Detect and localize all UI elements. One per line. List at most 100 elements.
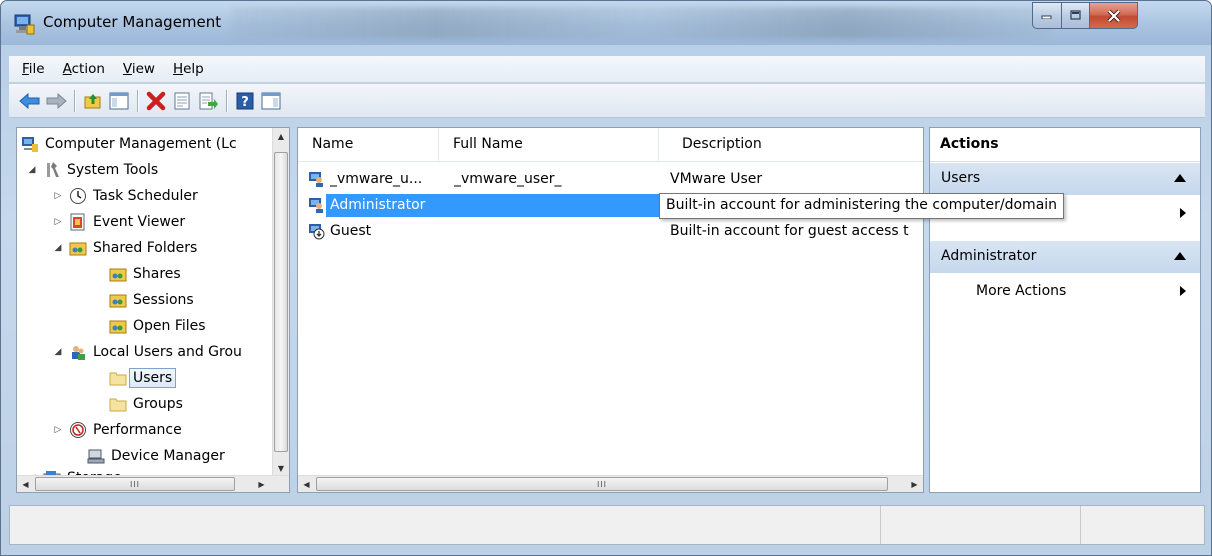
shared-folder-icon <box>109 294 127 308</box>
svg-text:?: ? <box>241 95 249 110</box>
tree-vertical-scrollbar[interactable]: ▲ ▼ <box>272 128 289 477</box>
scroll-thumb[interactable]: III <box>316 477 888 491</box>
scroll-right-arrow-icon[interactable]: ▶ <box>906 476 923 492</box>
maximize-button[interactable] <box>1061 2 1089 29</box>
tree-item-local-users-and-groups[interactable]: ◢ Local Users and Grou <box>53 340 242 364</box>
actions-section-users[interactable]: Users <box>930 163 1200 195</box>
toolbar-separator <box>74 89 75 112</box>
status-cell <box>1080 506 1204 544</box>
menu-action[interactable]: Action <box>54 61 114 77</box>
actions-section-administrator[interactable]: Administrator <box>930 241 1200 273</box>
minimize-button[interactable] <box>1032 2 1061 29</box>
tree-item-task-scheduler[interactable]: ▷ Task Scheduler <box>55 184 198 208</box>
tree-item-system-tools[interactable]: ◢ System Tools <box>29 158 159 182</box>
collapse-triangle-icon[interactable]: ◢ <box>53 347 63 357</box>
disabled-user-icon <box>309 224 325 240</box>
submenu-arrow-icon <box>1180 286 1186 296</box>
collapse-up-triangle-icon[interactable] <box>1174 174 1186 182</box>
action-pane-icon <box>261 92 281 109</box>
users-group-icon <box>72 346 85 360</box>
title-bar[interactable]: Computer Management <box>1 1 1211 45</box>
column-header-full-name[interactable]: Full Name <box>453 136 523 152</box>
toolbar-separator <box>226 89 227 112</box>
toolbar: ? <box>9 84 1205 118</box>
expand-triangle-icon[interactable]: ▷ <box>53 217 63 227</box>
tree-label: Performance <box>93 422 182 438</box>
menu-view-accel: V <box>122 61 132 77</box>
column-divider[interactable] <box>658 128 659 162</box>
tree-item-performance[interactable]: ▷ Performance <box>55 418 182 442</box>
back-arrow-icon <box>19 92 40 109</box>
tree-item-shares[interactable]: Shares <box>109 262 181 286</box>
tree-label: Sessions <box>133 292 194 308</box>
actions-title: Actions <box>930 128 1200 162</box>
menu-file[interactable]: File <box>13 61 54 77</box>
scroll-thumb[interactable]: III <box>35 477 235 491</box>
scroll-thumb[interactable] <box>274 152 288 452</box>
tree-item-groups[interactable]: Groups <box>109 392 183 416</box>
menu-help[interactable]: Help <box>164 61 213 77</box>
description-tooltip: Built-in account for administering the c… <box>659 193 1065 219</box>
tree-label: Device Manager <box>111 448 225 464</box>
collapse-up-triangle-icon[interactable] <box>1174 252 1186 260</box>
tree-label: Groups <box>133 396 183 412</box>
tree-label: Shares <box>133 266 181 282</box>
tree-item-users[interactable]: Users <box>109 366 177 390</box>
delete-button[interactable] <box>143 88 169 114</box>
user-icon <box>309 172 323 187</box>
menu-help-label: elp <box>183 61 204 77</box>
column-header-name[interactable]: Name <box>312 136 353 152</box>
scroll-right-arrow-icon[interactable]: ▶ <box>253 476 270 492</box>
list-horizontal-scrollbar[interactable]: ◀ III ▶ <box>298 475 923 492</box>
tree-item-shared-folders[interactable]: ◢ Shared Folders <box>53 236 198 260</box>
forward-button[interactable] <box>43 88 69 114</box>
close-icon <box>1107 9 1120 22</box>
tree-label: Computer Management (Lc <box>45 136 237 152</box>
console-tree: Computer Management (Lc ◢ System Tools ▷… <box>16 127 290 493</box>
status-cell <box>880 506 1080 544</box>
users-list: Name Full Name Description _vmware_u... … <box>297 127 924 493</box>
scroll-grip: III <box>129 479 141 489</box>
scroll-left-arrow-icon[interactable]: ◀ <box>298 476 315 492</box>
scroll-up-arrow-icon[interactable]: ▲ <box>273 128 289 145</box>
system-tools-icon <box>47 162 59 177</box>
list-row-guest[interactable]: Guest Built-in account for guest access … <box>302 220 920 244</box>
scroll-left-arrow-icon[interactable]: ◀ <box>17 476 34 492</box>
tree-horizontal-scrollbar[interactable]: ◀ III ▶ <box>17 475 289 492</box>
menu-file-label: ile <box>28 61 45 77</box>
expand-triangle-icon[interactable]: ▷ <box>53 425 63 435</box>
show-hide-console-tree-button[interactable] <box>106 88 132 114</box>
up-one-level-button[interactable] <box>80 88 106 114</box>
user-icon <box>309 198 323 213</box>
window-title: Computer Management <box>43 13 222 31</box>
tree-item-sessions[interactable]: Sessions <box>109 288 194 312</box>
help-button[interactable]: ? <box>232 88 258 114</box>
cell-name: Guest <box>330 223 372 239</box>
list-row-vmware-user[interactable]: _vmware_u... _vmware_user_ VMware User <box>302 168 920 192</box>
tree-item-computer-management[interactable]: Computer Management (Lc <box>21 132 237 156</box>
tree-item-event-viewer[interactable]: ▷ Event Viewer <box>55 210 185 234</box>
menu-help-accel: H <box>172 61 184 77</box>
list-header: Name Full Name Description <box>298 128 923 162</box>
tree-label: System Tools <box>67 162 159 178</box>
column-divider[interactable] <box>438 128 439 162</box>
expand-triangle-icon[interactable]: ▷ <box>53 191 63 201</box>
collapse-triangle-icon[interactable]: ◢ <box>27 165 37 175</box>
more-actions-item[interactable]: More Actions <box>930 278 1200 304</box>
column-header-description[interactable]: Description <box>682 136 762 152</box>
menu-view-label: iew <box>131 61 155 77</box>
menu-view[interactable]: View <box>114 61 164 77</box>
close-button[interactable] <box>1089 2 1138 29</box>
status-bar <box>9 505 1205 545</box>
collapse-triangle-icon[interactable]: ◢ <box>53 243 63 253</box>
cell-name: _vmware_u... <box>330 171 423 187</box>
tree-item-device-manager[interactable]: Device Manager <box>87 444 225 468</box>
device-manager-icon <box>87 449 105 464</box>
section-label: Administrator <box>941 248 1037 264</box>
event-viewer-icon <box>70 213 85 231</box>
tree-item-open-files[interactable]: Open Files <box>109 314 206 338</box>
back-button[interactable] <box>17 88 43 114</box>
properties-button[interactable] <box>169 88 195 114</box>
show-hide-action-pane-button[interactable] <box>258 88 284 114</box>
export-list-button[interactable] <box>195 88 221 114</box>
